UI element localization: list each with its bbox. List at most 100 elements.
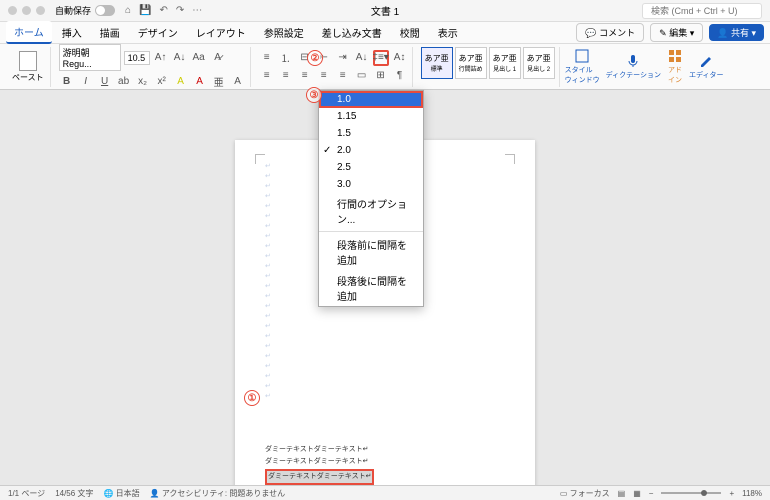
- spacing-2-5[interactable]: 2.5: [319, 159, 423, 176]
- align-center-icon[interactable]: ≡: [278, 68, 294, 84]
- autosave-toggle[interactable]: 自動保存: [55, 4, 115, 17]
- spacing-3-0[interactable]: 3.0: [319, 176, 423, 193]
- window-controls[interactable]: [8, 6, 45, 15]
- styles-pane-button[interactable]: スタイル ウィンドウ: [564, 47, 601, 86]
- toggle-icon[interactable]: [95, 5, 115, 16]
- shading-icon[interactable]: ▭: [354, 68, 370, 84]
- annotation-3: ③: [306, 87, 322, 103]
- text-line[interactable]: ダミーテキストダミーテキスト↵: [265, 444, 374, 457]
- space-before[interactable]: 段落前に間隔を追加: [319, 234, 423, 270]
- dictation-button[interactable]: ディクテーション: [605, 52, 662, 81]
- page-indicator[interactable]: 1/1 ページ: [8, 488, 45, 499]
- spacing-1-5[interactable]: 1.5: [319, 125, 423, 142]
- share-button[interactable]: 👤 共有 ▾: [709, 24, 764, 41]
- spacing-2-0[interactable]: 2.0: [319, 142, 423, 159]
- comments-button[interactable]: 💬 コメント: [576, 23, 644, 42]
- edit-mode-button[interactable]: ✎ 編集 ▾: [650, 23, 703, 42]
- paragraph-marks: ↵↵↵↵↵↵↵↵↵↵↵↵↵↵↵↵↵↵↵↵↵↵↵↵: [265, 162, 271, 396]
- clipboard-icon: [19, 51, 37, 71]
- save-icon[interactable]: 💾: [139, 5, 151, 16]
- indent-inc-icon[interactable]: ⇥: [335, 50, 351, 66]
- word-count[interactable]: 14/56 文字: [55, 488, 93, 499]
- align-left-icon[interactable]: ≡: [259, 68, 275, 84]
- change-case-icon[interactable]: Aa: [191, 50, 207, 66]
- font-name-select[interactable]: 游明朝 Regu...: [59, 44, 121, 71]
- numbering-icon[interactable]: ⒈: [278, 50, 294, 66]
- view-web-icon[interactable]: ▦: [633, 489, 641, 498]
- zoom-in-icon[interactable]: +: [729, 489, 734, 498]
- strike-icon[interactable]: ab: [116, 73, 132, 89]
- style-normal[interactable]: あア亜標準: [421, 47, 453, 79]
- redo-icon[interactable]: ↷: [176, 5, 184, 16]
- spacing-1-0[interactable]: 1.0: [319, 91, 423, 108]
- document-title: 文書 1: [371, 3, 399, 18]
- bullets-icon[interactable]: ≡: [259, 50, 275, 66]
- clear-format-icon[interactable]: A̷: [210, 50, 226, 66]
- undo-icon[interactable]: ↶: [160, 5, 168, 16]
- language-indicator[interactable]: 🌐 日本語: [103, 488, 139, 499]
- statusbar: 1/1 ページ 14/56 文字 🌐 日本語 👤 アクセシビリティ: 問題ありま…: [0, 485, 770, 500]
- margin-corner: [505, 154, 515, 164]
- annotation-2: ②: [307, 50, 323, 66]
- home-icon[interactable]: ⌂: [125, 5, 131, 16]
- space-after[interactable]: 段落後に間隔を追加: [319, 270, 423, 306]
- selected-text-line[interactable]: ダミーテキストダミーテキスト↵: [265, 469, 374, 485]
- style-h2[interactable]: あア亜見出し 2: [523, 47, 555, 79]
- document-body[interactable]: ダミーテキストダミーテキスト↵ ダミーテキストダミーテキスト↵ ダミーテキストダ…: [265, 444, 374, 485]
- annotation-1: ①: [244, 390, 260, 406]
- ribbon-tabs: ホーム 挿入 描画 デザイン レイアウト 参照設定 差し込み文書 校閲 表示 💬…: [0, 22, 770, 44]
- underline-icon[interactable]: U: [97, 73, 113, 89]
- superscript-icon[interactable]: x²: [154, 73, 170, 89]
- autosave-label: 自動保存: [55, 4, 91, 17]
- separator: [319, 231, 423, 232]
- shrink-font-icon[interactable]: A↓: [172, 50, 188, 66]
- search-input[interactable]: [642, 3, 762, 19]
- spacing-options[interactable]: 行間のオプション...: [319, 193, 423, 229]
- justify-icon[interactable]: ≡: [316, 68, 332, 84]
- line-spacing-button[interactable]: ‡≡▾: [373, 50, 389, 66]
- ribbon: ペースト 游明朝 Regu... 10.5 A↑ A↓ Aa A̷ B I U …: [0, 44, 770, 90]
- style-h1[interactable]: あア亜見出し 1: [489, 47, 521, 79]
- tab-home[interactable]: ホーム: [6, 21, 52, 44]
- focus-mode[interactable]: ▭ フォーカス: [560, 488, 610, 499]
- tab-references[interactable]: 参照設定: [256, 22, 312, 43]
- ruby-icon[interactable]: 亜: [211, 73, 227, 89]
- distributed-icon[interactable]: ≡: [335, 68, 351, 84]
- char-border-icon[interactable]: A: [230, 73, 246, 89]
- margin-corner: [255, 154, 265, 164]
- quick-access-toolbar: ⌂ 💾 ↶ ↷ ⋯: [125, 5, 202, 16]
- sort-icon[interactable]: A↓: [354, 50, 370, 66]
- paste-button[interactable]: ペースト: [10, 49, 46, 85]
- align-right-icon[interactable]: ≡: [297, 68, 313, 84]
- grow-font-icon[interactable]: A↑: [153, 50, 169, 66]
- highlight-icon[interactable]: A: [173, 73, 189, 89]
- tab-design[interactable]: デザイン: [130, 22, 186, 43]
- zoom-slider[interactable]: [661, 492, 721, 494]
- tab-review[interactable]: 校閲: [392, 22, 428, 43]
- font-color-icon[interactable]: A: [192, 73, 208, 89]
- tab-insert[interactable]: 挿入: [54, 22, 90, 43]
- subscript-icon[interactable]: x₂: [135, 73, 151, 89]
- editor-button[interactable]: エディター: [688, 52, 725, 81]
- show-marks-icon[interactable]: ¶: [392, 68, 408, 84]
- tab-view[interactable]: 表示: [430, 22, 466, 43]
- style-nospace[interactable]: あア亜行間詰め: [455, 47, 487, 79]
- zoom-level[interactable]: 118%: [742, 489, 762, 498]
- addins-button[interactable]: アド イン: [666, 47, 684, 86]
- text-line[interactable]: ダミーテキストダミーテキスト↵: [265, 456, 374, 469]
- more-icon[interactable]: ⋯: [192, 5, 202, 16]
- titlebar: 自動保存 ⌂ 💾 ↶ ↷ ⋯ 文書 1: [0, 0, 770, 22]
- font-size-select[interactable]: 10.5: [124, 51, 150, 65]
- accessibility-status[interactable]: 👤 アクセシビリティ: 問題ありません: [150, 488, 286, 499]
- italic-icon[interactable]: I: [78, 73, 94, 89]
- spacing-1-15[interactable]: 1.15: [319, 108, 423, 125]
- tab-mailings[interactable]: 差し込み文書: [314, 22, 390, 43]
- tab-draw[interactable]: 描画: [92, 22, 128, 43]
- view-print-icon[interactable]: ▤: [618, 489, 626, 498]
- bold-icon[interactable]: B: [59, 73, 75, 89]
- borders-icon[interactable]: ⊞: [373, 68, 389, 84]
- zoom-out-icon[interactable]: −: [649, 489, 654, 498]
- line-spacing-dropdown: 1.0 1.15 1.5 2.0 2.5 3.0 行間のオプション... 段落前…: [318, 90, 424, 307]
- tab-layout[interactable]: レイアウト: [188, 22, 254, 43]
- text-direction-icon[interactable]: A↕: [392, 50, 408, 66]
